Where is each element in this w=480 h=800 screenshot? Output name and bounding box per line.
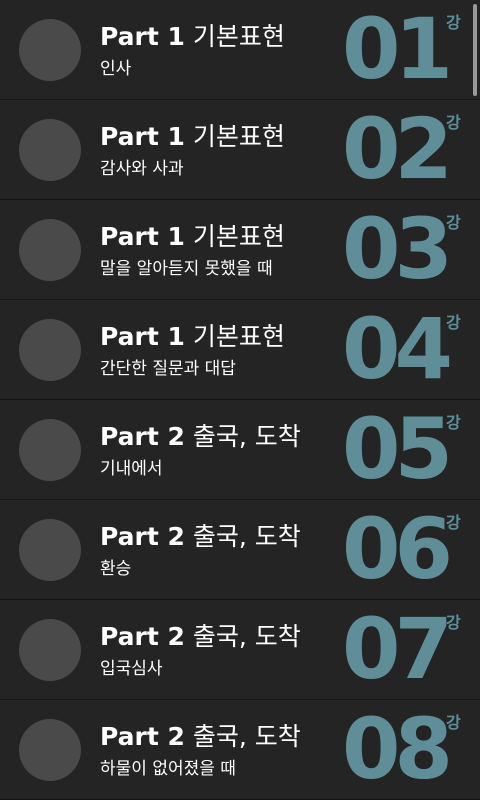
lesson-subtitle: 기내에서 [100, 459, 163, 479]
lesson-part: Part 1 [100, 22, 185, 51]
lesson-section: 기본표현 [192, 22, 285, 51]
lesson-part: Part 2 [100, 622, 185, 651]
lesson-thumbnail [19, 519, 81, 581]
lesson-section: 출국, 도착 [192, 522, 301, 551]
lesson-thumbnail [19, 419, 81, 481]
lesson-part: Part 2 [100, 522, 185, 551]
lesson-section: 기본표현 [192, 322, 285, 351]
lesson-section: 기본표현 [192, 122, 285, 151]
lesson-number: 04 [342, 300, 453, 398]
lesson-row[interactable]: Part 1 기본표현 말을 알아듣지 못했을 때 03 강 [0, 200, 480, 300]
lesson-subtitle: 말을 알아듣지 못했을 때 [100, 259, 273, 279]
lesson-unit: 강 [446, 513, 461, 532]
lesson-number: 05 [342, 400, 453, 498]
lesson-unit: 강 [446, 413, 461, 432]
scrollbar[interactable] [473, 4, 477, 96]
lesson-subtitle: 하물이 없어졌을 때 [100, 759, 236, 779]
lesson-number: 01 [342, 0, 453, 98]
lesson-title: Part 1 기본표현 [100, 220, 285, 254]
lesson-title: Part 1 기본표현 [100, 120, 285, 154]
lesson-section: 출국, 도착 [192, 622, 301, 651]
lesson-title: Part 2 출국, 도착 [100, 720, 301, 754]
lesson-title: Part 2 출국, 도착 [100, 420, 301, 454]
lesson-number: 02 [342, 100, 453, 198]
lesson-row[interactable]: Part 1 기본표현 인사 01 강 [0, 0, 480, 100]
lesson-part: Part 1 [100, 322, 185, 351]
lesson-subtitle: 간단한 질문과 대답 [100, 359, 236, 379]
lesson-row[interactable]: Part 2 출국, 도착 환승 06 강 [0, 500, 480, 600]
lesson-part: Part 1 [100, 122, 185, 151]
lesson-number: 06 [342, 500, 453, 598]
lesson-section: 기본표현 [192, 222, 285, 251]
lesson-row[interactable]: Part 2 출국, 도착 하물이 없어졌을 때 08 강 [0, 700, 480, 800]
lesson-part: Part 1 [100, 222, 185, 251]
lesson-title: Part 2 출국, 도착 [100, 620, 301, 654]
lesson-number: 03 [342, 200, 453, 298]
lesson-row[interactable]: Part 2 출국, 도착 기내에서 05 강 [0, 400, 480, 500]
lesson-section: 출국, 도착 [192, 722, 301, 751]
lesson-subtitle: 감사와 사과 [100, 159, 184, 179]
lesson-number: 07 [342, 600, 453, 698]
lesson-thumbnail [19, 219, 81, 281]
lesson-unit: 강 [446, 613, 461, 632]
lesson-thumbnail [19, 19, 81, 81]
lesson-list[interactable]: Part 1 기본표현 인사 01 강 Part 1 기본표현 감사와 사과 0… [0, 0, 480, 800]
lesson-thumbnail [19, 319, 81, 381]
lesson-unit: 강 [446, 313, 461, 332]
lesson-unit: 강 [446, 213, 461, 232]
lesson-row[interactable]: Part 2 출국, 도착 입국심사 07 강 [0, 600, 480, 700]
lesson-subtitle: 환승 [100, 559, 132, 579]
lesson-section: 출국, 도착 [192, 422, 301, 451]
lesson-part: Part 2 [100, 722, 185, 751]
lesson-thumbnail [19, 719, 81, 781]
lesson-thumbnail [19, 619, 81, 681]
lesson-unit: 강 [446, 13, 461, 32]
lesson-unit: 강 [446, 113, 461, 132]
lesson-title: Part 2 출국, 도착 [100, 520, 301, 554]
lesson-subtitle: 인사 [100, 59, 132, 79]
lesson-number: 08 [342, 700, 453, 798]
lesson-thumbnail [19, 119, 81, 181]
lesson-row[interactable]: Part 1 기본표현 간단한 질문과 대답 04 강 [0, 300, 480, 400]
lesson-unit: 강 [446, 713, 461, 732]
lesson-part: Part 2 [100, 422, 185, 451]
lesson-title: Part 1 기본표현 [100, 320, 285, 354]
lesson-title: Part 1 기본표현 [100, 20, 285, 54]
lesson-row[interactable]: Part 1 기본표현 감사와 사과 02 강 [0, 100, 480, 200]
lesson-subtitle: 입국심사 [100, 659, 163, 679]
